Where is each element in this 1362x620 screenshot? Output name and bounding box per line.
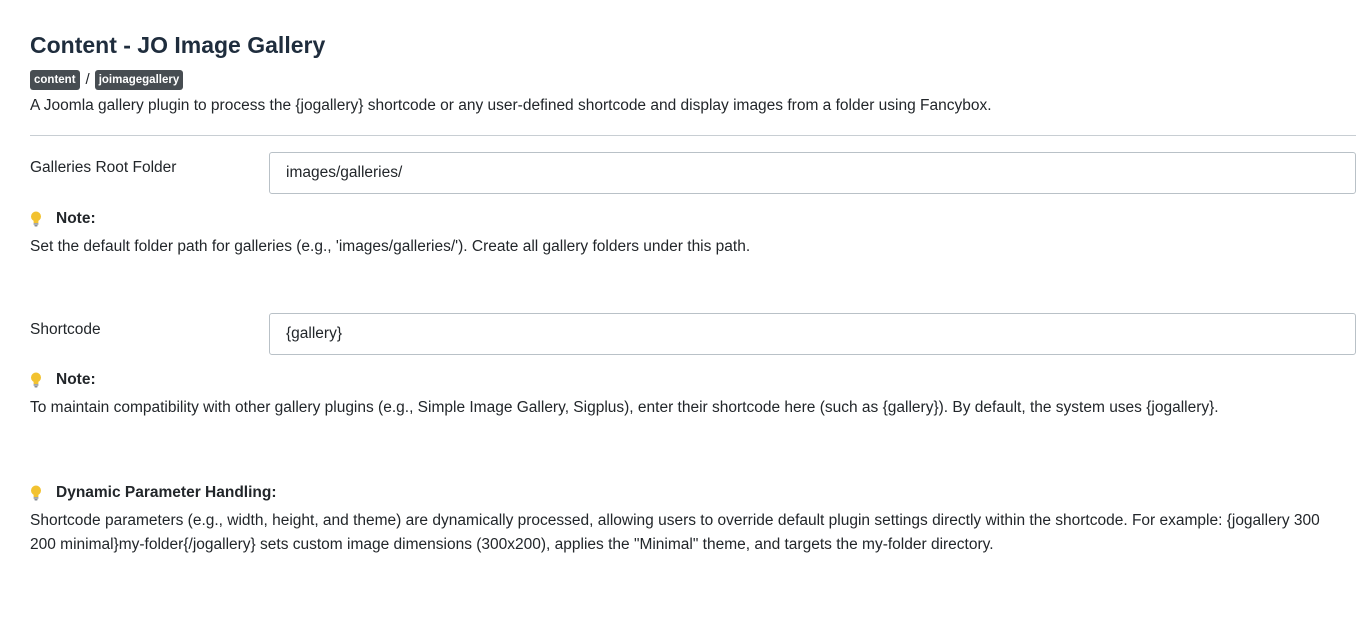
badge-content: content [30,69,80,90]
plugin-settings-page: Content - JO Image Gallery content / joi… [0,0,1362,557]
root-folder-input[interactable] [269,152,1356,194]
shortcode-row: Shortcode [30,313,1356,355]
page-title: Content - JO Image Gallery [30,32,326,58]
root-folder-row: Galleries Root Folder [30,152,1356,194]
dynamic-params-title: Dynamic Parameter Handling: [56,484,277,501]
shortcode-note-text: To maintain compatibility with other gal… [30,399,1219,416]
badge-plugin-name: joimagegallery [94,69,184,90]
lightbulb-icon [30,372,56,388]
root-folder-note-title: Note: [56,210,96,227]
dynamic-params-text: Shortcode parameters (e.g., width, heigh… [30,512,1320,553]
root-folder-label: Galleries Root Folder [30,159,177,176]
lightbulb-icon [30,485,56,501]
breadcrumb-separator: / [85,71,90,88]
shortcode-note-title: Note: [56,371,96,388]
shortcode-note-heading: Note: [30,370,1356,390]
root-folder-note-heading: Note: [30,209,1356,229]
breadcrumb: content / joimagegallery [30,69,1356,90]
lightbulb-icon [30,211,56,227]
shortcode-input[interactable] [269,313,1356,355]
dynamic-params-heading: Dynamic Parameter Handling: [30,483,1356,503]
header-divider [30,135,1356,136]
shortcode-label: Shortcode [30,321,101,338]
plugin-description: A Joomla gallery plugin to process the {… [30,97,992,114]
root-folder-note-text: Set the default folder path for gallerie… [30,238,751,255]
